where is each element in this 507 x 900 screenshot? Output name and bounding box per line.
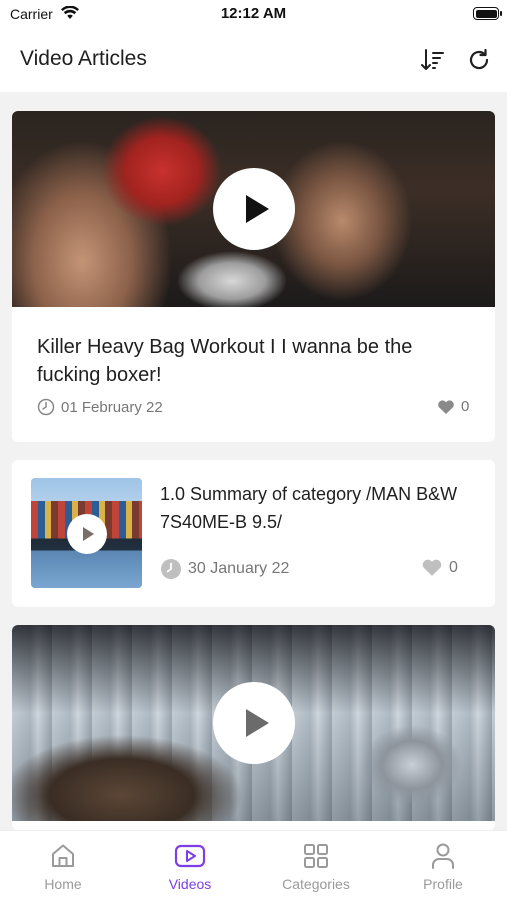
- video-thumbnail[interactable]: [31, 478, 142, 588]
- play-icon: [83, 527, 94, 541]
- like-button[interactable]: 0: [437, 398, 469, 415]
- video-card[interactable]: [12, 625, 495, 830]
- date-label: 30 January 22: [188, 560, 290, 577]
- tab-profile[interactable]: Profile: [393, 841, 493, 892]
- video-title[interactable]: Killer Heavy Bag Workout I I wanna be th…: [37, 333, 477, 389]
- tab-label: Videos: [168, 876, 212, 892]
- play-icon: [245, 709, 269, 737]
- play-button[interactable]: [213, 682, 295, 764]
- video-card[interactable]: 1.0 Summary of category /MAN B&W 7S40ME-…: [12, 460, 495, 607]
- tab-home[interactable]: Home: [13, 841, 113, 892]
- sort-button[interactable]: [418, 46, 446, 74]
- like-count: 0: [461, 398, 470, 415]
- refresh-button[interactable]: [465, 46, 493, 74]
- heart-icon: [438, 399, 454, 414]
- play-button[interactable]: [67, 514, 107, 554]
- video-date: 30 January 22: [160, 558, 289, 580]
- tab-videos[interactable]: Videos: [140, 841, 240, 892]
- status-time: 12:12 AM: [220, 5, 287, 22]
- play-square-icon: [174, 844, 206, 868]
- like-count: 0: [449, 558, 458, 576]
- video-card[interactable]: Killer Heavy Bag Workout I I wanna be th…: [12, 111, 495, 442]
- grid-icon: [304, 844, 328, 868]
- play-icon: [245, 195, 269, 223]
- sort-icon: [421, 49, 444, 70]
- like-button[interactable]: 0: [421, 558, 458, 577]
- home-icon: [52, 844, 74, 867]
- status-bar: Carrier 12:12 AM: [0, 0, 507, 30]
- tab-categories[interactable]: Categories: [266, 841, 366, 892]
- video-thumbnail[interactable]: [12, 625, 495, 821]
- user-icon: [432, 843, 454, 869]
- tab-label: Profile: [423, 876, 463, 892]
- date-label: 01 February 22: [61, 398, 163, 416]
- video-title[interactable]: 1.0 Summary of category /MAN B&W 7S40ME-…: [160, 480, 480, 536]
- refresh-icon: [469, 48, 489, 70]
- tab-label: Home: [44, 876, 82, 892]
- heart-icon: [422, 559, 442, 576]
- app-header: Video Articles: [0, 30, 507, 92]
- video-thumbnail[interactable]: [12, 111, 495, 307]
- video-date: 01 February 22: [37, 398, 163, 416]
- clock-icon: [161, 559, 181, 579]
- page-title: Video Articles: [20, 47, 147, 70]
- tab-label: Categories: [282, 876, 350, 892]
- battery-icon: [473, 7, 502, 20]
- play-button[interactable]: [213, 168, 295, 250]
- clock-icon: [37, 398, 55, 416]
- bottom-tab-bar: Home Videos Categories Profile: [0, 830, 507, 900]
